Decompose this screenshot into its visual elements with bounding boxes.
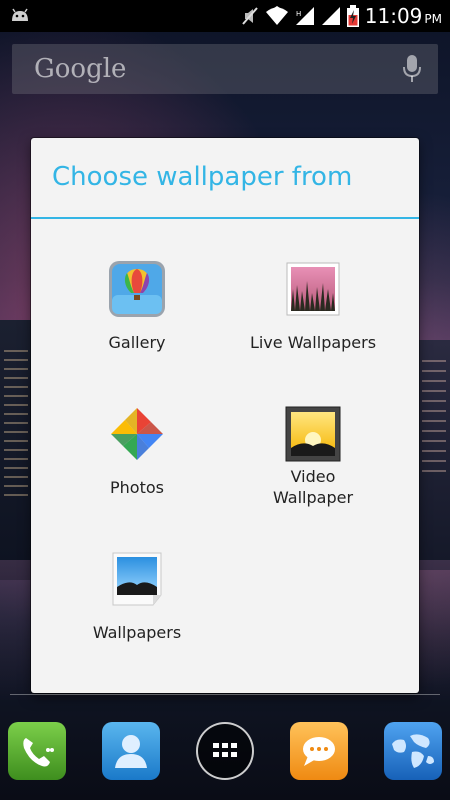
video-wallpaper-icon bbox=[283, 404, 343, 464]
browser-icon[interactable] bbox=[384, 722, 442, 780]
status-clock: 11:09 PM bbox=[365, 4, 442, 28]
signal-1-icon: H bbox=[295, 7, 314, 25]
svg-text:H: H bbox=[296, 10, 301, 18]
option-label-wallpapers: Wallpapers bbox=[92, 623, 182, 642]
microphone-icon[interactable] bbox=[402, 54, 422, 84]
dock bbox=[0, 700, 450, 800]
app-drawer-icon[interactable] bbox=[196, 722, 254, 780]
phone-icon[interactable] bbox=[8, 722, 66, 780]
photos-icon bbox=[107, 404, 167, 464]
dialog-title-divider bbox=[31, 217, 419, 219]
status-bar: H 11:09 PM bbox=[0, 0, 450, 32]
option-label-live-wallpapers: Live Wallpapers bbox=[249, 333, 377, 352]
signal-2-icon bbox=[321, 7, 340, 25]
dialog-title: Choose wallpaper from bbox=[52, 162, 353, 192]
clock-ampm: PM bbox=[424, 12, 442, 26]
contacts-icon[interactable] bbox=[102, 722, 160, 780]
battery-icon bbox=[346, 5, 359, 27]
google-logo-text: Google bbox=[34, 54, 127, 84]
option-label-photos: Photos bbox=[110, 478, 164, 497]
messaging-icon[interactable] bbox=[290, 722, 348, 780]
option-photos[interactable]: Photos bbox=[40, 400, 234, 530]
option-label-video-wallpaper: Video Wallpaper bbox=[272, 467, 354, 507]
wifi-icon bbox=[265, 6, 288, 25]
google-search-bar[interactable]: Google bbox=[12, 44, 438, 94]
android-notification-icon bbox=[12, 8, 28, 21]
wallpaper-city-right bbox=[416, 340, 450, 570]
wallpaper-city-left bbox=[0, 320, 34, 580]
option-gallery[interactable]: Gallery bbox=[40, 255, 234, 385]
option-video-wallpaper[interactable]: Video Wallpaper bbox=[216, 400, 410, 530]
live-wallpapers-icon bbox=[283, 259, 343, 319]
mute-icon bbox=[242, 7, 258, 25]
choose-wallpaper-dialog: Choose wallpaper from Gallery Live Wallp… bbox=[31, 138, 419, 693]
option-live-wallpapers[interactable]: Live Wallpapers bbox=[216, 255, 410, 385]
gallery-icon bbox=[107, 259, 167, 319]
clock-time: 11:09 bbox=[364, 4, 423, 28]
wallpapers-icon bbox=[107, 549, 167, 609]
option-label-gallery: Gallery bbox=[108, 333, 166, 352]
dock-divider bbox=[10, 694, 440, 695]
option-wallpapers[interactable]: Wallpapers bbox=[40, 545, 234, 675]
